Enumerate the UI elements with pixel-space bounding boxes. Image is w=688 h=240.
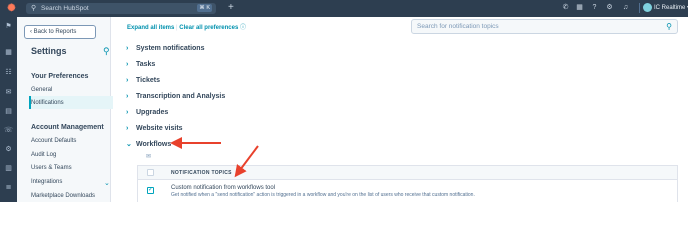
sidebar-item-marketplace-downloads[interactable]: Marketplace Downloads (31, 192, 95, 201)
column-header-notification-topics: NOTIFICATION TOPICS (171, 170, 232, 176)
chevron-down-icon: ⌄ (126, 141, 132, 148)
chevron-right-icon: › (126, 109, 129, 116)
notifications-icon[interactable]: ♫ (621, 3, 630, 12)
sidebar-item-general[interactable]: General (31, 86, 52, 95)
search-icon: ⚲ (31, 5, 37, 12)
notification-search-input[interactable]: Search for notification topics ⚲ (411, 19, 678, 34)
chevron-right-icon: › (126, 77, 129, 84)
sales-icon[interactable]: ▤ (4, 107, 13, 116)
global-search-placeholder: Search HubSpot (41, 5, 89, 12)
sidebar-item-audit-log[interactable]: Audit Log (31, 151, 56, 160)
section-transcription-and-analysis[interactable]: › Transcription and Analysis (126, 92, 225, 101)
settings-search-icon[interactable]: ⚲ (103, 46, 110, 56)
link-divider: | (176, 25, 178, 31)
sidebar-item-account-defaults[interactable]: Account Defaults (31, 137, 76, 146)
automation-icon[interactable]: ⚙ (4, 145, 13, 154)
chevron-right-icon: › (126, 61, 129, 68)
workspaces-icon[interactable]: ▦ (4, 48, 13, 57)
notification-search-placeholder: Search for notification topics (417, 23, 499, 30)
section-upgrades[interactable]: › Upgrades (126, 108, 168, 117)
email-channel-icon: ✉ (146, 154, 152, 160)
table-header: NOTIFICATION TOPICS (138, 166, 677, 180)
topbar-divider (639, 3, 640, 13)
section-label: Upgrades (136, 109, 169, 116)
section-label: System notifications (136, 45, 205, 52)
select-all-checkbox[interactable] (147, 169, 154, 176)
info-icon[interactable]: ⓘ (240, 25, 246, 31)
top-navigation-bar: ✺ ⚲ Search HubSpot ⌘ K + ✆ ▦ ? ⚙ ♫ IC Re… (0, 0, 688, 17)
section-tickets[interactable]: › Tickets (126, 76, 160, 85)
back-to-reports-button[interactable]: ‹ Back to Reports (24, 25, 96, 39)
section-label: Tickets (136, 77, 160, 84)
marketplace-icon[interactable]: ▦ (575, 3, 584, 12)
section-label: Workflows (136, 141, 172, 148)
account-name: IC Realtime (654, 5, 686, 11)
settings-icon[interactable]: ⚙ (605, 3, 614, 12)
bulk-actions: Expand all items | Clear all preferences… (127, 24, 246, 32)
chevron-right-icon: › (126, 125, 129, 132)
topic-name: Custom notification from workflows tool (171, 185, 276, 191)
topic-description: Get notified when a "send notification" … (171, 192, 475, 198)
row-checkbox[interactable]: ✓ (147, 187, 154, 194)
service-icon[interactable]: ☏ (4, 126, 13, 135)
section-workflows[interactable]: ⌄ Workflows (126, 140, 171, 149)
global-search-input[interactable]: ⚲ Search HubSpot ⌘ K (26, 3, 216, 14)
checkmark-icon: ✓ (148, 187, 154, 193)
notification-topics-table: NOTIFICATION TOPICS ✓ Custom notificatio… (137, 165, 678, 202)
section-website-visits[interactable]: › Website visits (126, 124, 183, 133)
section-heading-account-management: Account Management (31, 124, 104, 131)
chevron-right-icon: › (126, 45, 129, 52)
chevron-right-icon: › (126, 93, 129, 100)
chevron-down-icon[interactable]: ⌄ (104, 179, 110, 188)
contacts-icon[interactable]: ☷ (4, 68, 13, 77)
sidebar-item-notifications[interactable]: Notifications (31, 99, 64, 108)
section-label: Website visits (136, 125, 183, 132)
phone-icon[interactable]: ✆ (561, 3, 570, 12)
back-button-label: Back to Reports (33, 29, 77, 35)
section-system-notifications[interactable]: › System notifications (126, 44, 204, 53)
expand-all-link[interactable]: Expand all items (127, 25, 174, 31)
main-nav-rail: ⚑ ▦ ☷ ✉ ▤ ☏ ⚙ ▥ ≣ (0, 17, 17, 202)
search-icon: ⚲ (666, 22, 672, 31)
clear-all-link[interactable]: Clear all preferences (179, 25, 238, 31)
hubspot-logo-icon[interactable]: ✺ (6, 3, 17, 14)
create-new-icon[interactable]: + (228, 2, 234, 14)
sidebar-item-integrations[interactable]: Integrations (31, 178, 62, 187)
section-label: Transcription and Analysis (136, 93, 226, 100)
help-icon[interactable]: ? (590, 3, 599, 12)
data-management-icon[interactable]: ≣ (4, 183, 13, 192)
settings-sidebar: ‹ Back to Reports Settings ⚲ Your Prefer… (17, 17, 113, 202)
reporting-icon[interactable]: ▥ (4, 164, 13, 173)
search-shortcut-badge: ⌘ K (197, 4, 212, 12)
section-tasks[interactable]: › Tasks (126, 60, 155, 69)
bookmark-icon[interactable]: ⚑ (4, 22, 13, 31)
section-label: Tasks (136, 61, 156, 68)
sidebar-item-users-teams[interactable]: Users & Teams (31, 164, 72, 173)
marketing-icon[interactable]: ✉ (4, 88, 13, 97)
section-heading-your-preferences: Your Preferences (31, 73, 89, 80)
avatar[interactable] (643, 3, 652, 12)
account-menu[interactable]: IC Realtime ▾ (654, 4, 688, 12)
settings-title: Settings (31, 46, 67, 56)
